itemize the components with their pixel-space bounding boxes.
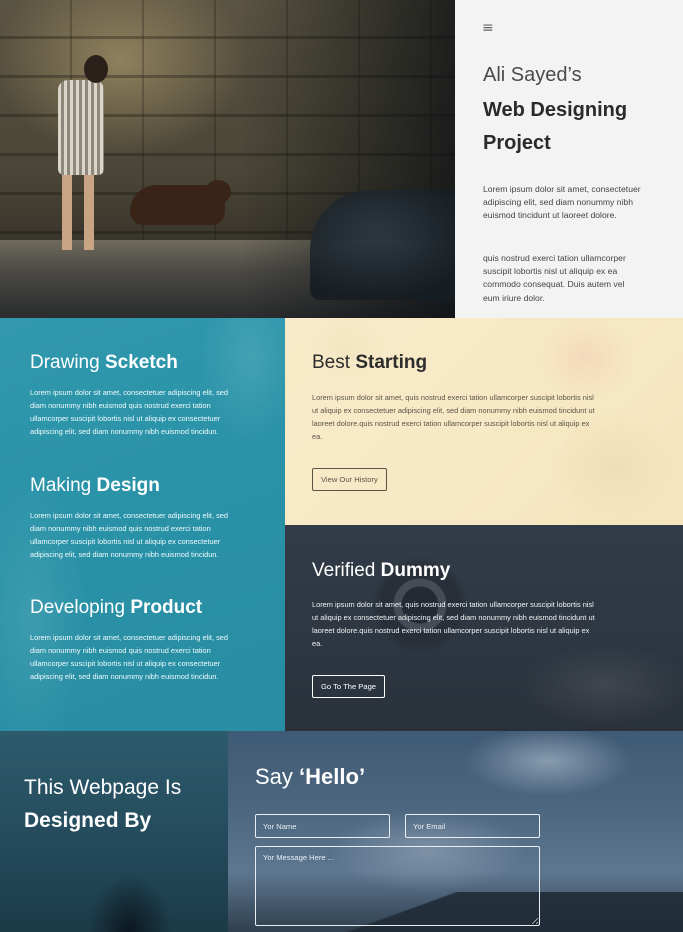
title-bold: ‘Hello’ xyxy=(299,764,366,789)
best-starting-title: Best Starting xyxy=(312,352,427,374)
designed-by-heading: This Webpage Is Designed By xyxy=(24,771,214,837)
feature-drawing-sketch: Drawing Scketch Lorem ipsum dolor sit am… xyxy=(30,352,242,438)
feature-title: Drawing Scketch xyxy=(30,352,242,374)
dog-head xyxy=(205,180,231,204)
feature-title-light: Making xyxy=(30,475,92,496)
designed-by-line-1: This Webpage Is xyxy=(24,776,182,799)
feature-title-bold: Design xyxy=(96,475,160,496)
name-input[interactable] xyxy=(255,814,390,838)
feature-developing-product: Developing Product Lorem ipsum dolor sit… xyxy=(30,597,242,683)
feature-text: Lorem ipsum dolor sit amet, consectetuer… xyxy=(30,511,228,559)
title-light: Best xyxy=(312,352,351,373)
verified-dummy-title: Verified Dummy xyxy=(312,560,450,582)
intro-paragraph-2: quis nostrud exerci tation ullamcorper s… xyxy=(483,253,626,303)
message-textarea[interactable] xyxy=(255,846,540,926)
process-column: Drawing Scketch Lorem ipsum dolor sit am… xyxy=(0,318,285,731)
email-input[interactable] xyxy=(405,814,540,838)
feature-making-design: Making Design Lorem ipsum dolor sit amet… xyxy=(30,475,242,561)
feature-title: Making Design xyxy=(30,475,242,497)
view-our-history-button[interactable]: View Our History xyxy=(312,468,387,491)
feature-title-light: Developing xyxy=(30,597,126,618)
title-bold: Starting xyxy=(355,352,428,373)
title-bold: Dummy xyxy=(380,560,451,581)
best-starting-box: Best Starting Lorem ipsum dolor sit amet… xyxy=(285,318,683,525)
go-to-the-page-button[interactable]: Go To The Page xyxy=(312,675,386,698)
hero-intro-panel: ≡ Ali Sayed’s Web Designing Project Lore… xyxy=(455,0,683,318)
feature-title-bold: Scketch xyxy=(104,352,178,373)
feature-title-bold: Product xyxy=(130,597,203,618)
designed-by-line-2: Designed By xyxy=(24,809,152,832)
author-name: Ali Sayed’s xyxy=(483,64,582,86)
person-head xyxy=(84,55,108,83)
feature-text: Lorem ipsum dolor sit amet, consectetuer… xyxy=(30,388,228,436)
title-light: Say xyxy=(255,764,293,789)
best-starting-text: Lorem ipsum dolor sit amet, quis nostrud… xyxy=(312,393,595,441)
hamburger-menu-icon[interactable]: ≡ xyxy=(482,20,494,36)
intro-paragraph-1: Lorem ipsum dolor sit amet, consectetuer… xyxy=(483,184,641,221)
features-section: Drawing Scketch Lorem ipsum dolor sit am… xyxy=(0,318,683,731)
person-figure xyxy=(58,80,104,175)
person-legs xyxy=(62,172,96,250)
title-light: Verified xyxy=(312,560,376,581)
designed-by-panel: This Webpage Is Designed By xyxy=(0,731,228,932)
verified-dummy-text: Lorem ipsum dolor sit amet, quis nostrud… xyxy=(312,600,595,648)
project-title: Web Designing Project xyxy=(483,99,628,154)
contact-panel: Say ‘Hello’ xyxy=(228,731,683,932)
footer-section: This Webpage Is Designed By Say ‘Hello’ xyxy=(0,731,683,932)
hero-photo xyxy=(0,0,455,318)
hero-section: ≡ Ali Sayed’s Web Designing Project Lore… xyxy=(0,0,683,318)
feature-text: Lorem ipsum dolor sit amet, consectetuer… xyxy=(30,633,228,681)
say-hello-title: Say ‘Hello’ xyxy=(255,764,365,790)
feature-title: Developing Product xyxy=(30,597,242,619)
car-silhouette xyxy=(310,190,455,300)
verified-dummy-box: Verified Dummy Lorem ipsum dolor sit ame… xyxy=(285,525,683,731)
feature-title-light: Drawing xyxy=(30,352,100,373)
